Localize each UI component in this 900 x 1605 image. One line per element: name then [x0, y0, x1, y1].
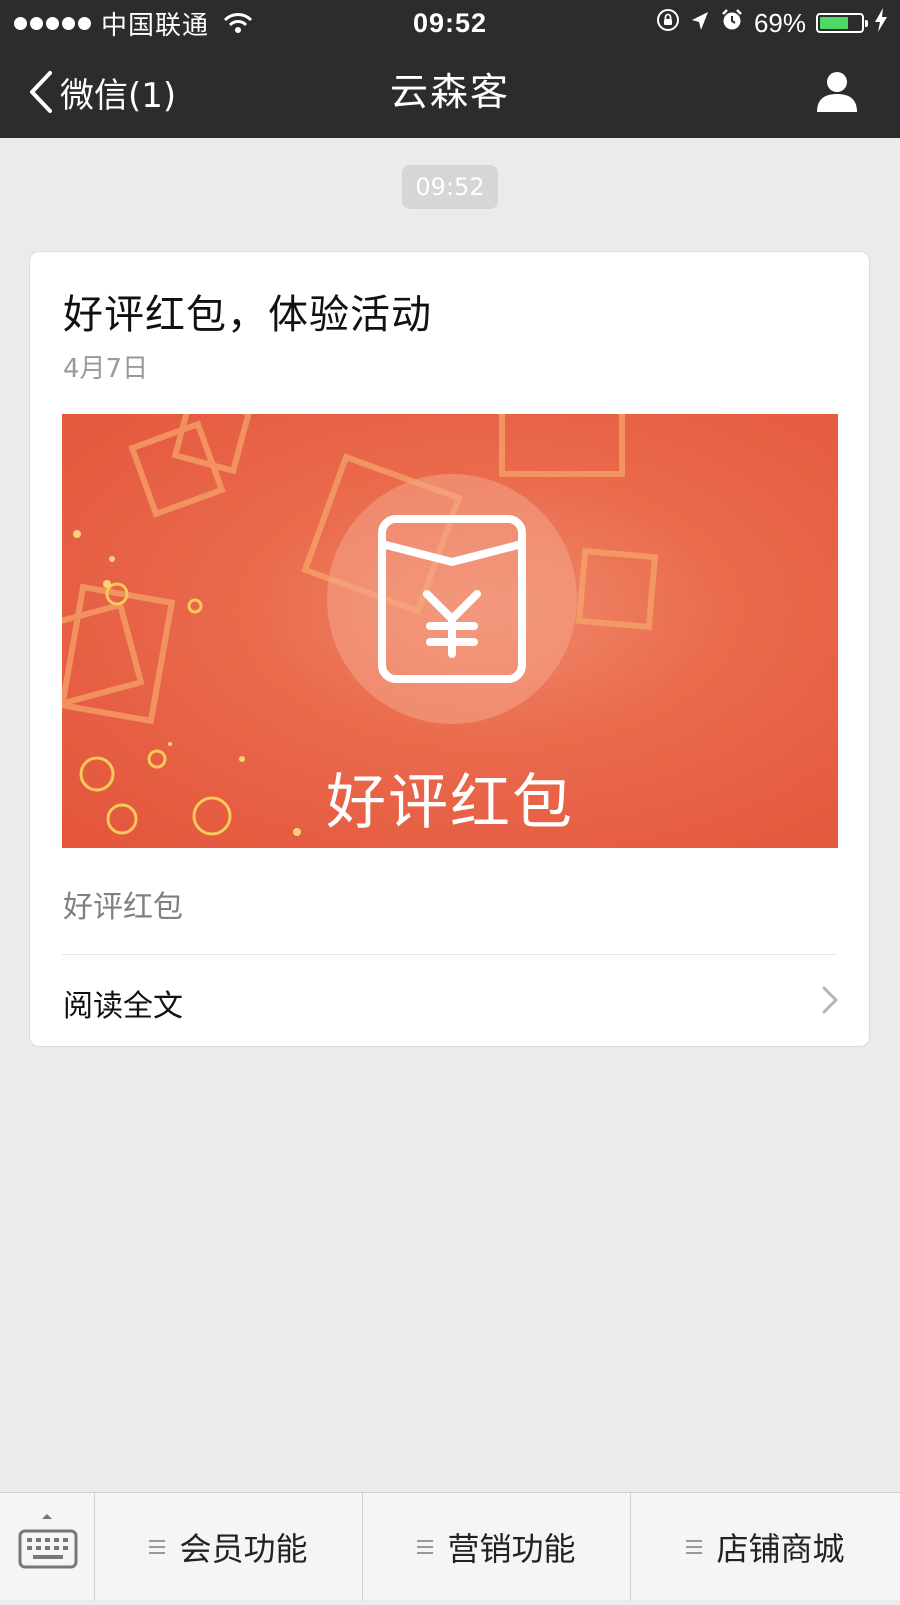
- menu-item-label: 店铺商城: [716, 1530, 845, 1568]
- battery-percent: 69%: [753, 7, 806, 38]
- article-cover-image[interactable]: 好评红包: [62, 414, 838, 848]
- location-arrow-icon: [690, 8, 710, 39]
- menu-item-store[interactable]: 店铺商城: [631, 1493, 900, 1601]
- article-title: 好评红包，体验活动: [63, 292, 432, 338]
- keyboard-toggle-button[interactable]: [0, 1493, 95, 1601]
- keyboard-icon: [18, 1514, 78, 1569]
- chat-title: 云森客: [389, 70, 510, 114]
- menu-item-member[interactable]: 会员功能: [95, 1493, 363, 1601]
- message-timestamp: 09:52: [402, 165, 498, 209]
- article-date: 4月7日: [63, 354, 149, 384]
- battery-fill: [820, 17, 848, 29]
- orientation-lock-icon: [656, 8, 680, 39]
- article-card[interactable]: 好评红包，体验活动 4月7日 好评红包 好评红包 阅读全文: [29, 251, 870, 1047]
- status-bar: 中国联通 09:52 69%: [0, 0, 900, 46]
- article-digest: 好评红包: [63, 890, 183, 925]
- menu-item-label: 营销功能: [447, 1530, 576, 1568]
- menu-item-marketing[interactable]: 营销功能: [363, 1493, 631, 1601]
- menu-lines-icon: [149, 1540, 166, 1554]
- profile-icon: [817, 72, 857, 112]
- profile-button[interactable]: [814, 68, 860, 114]
- bottom-menu-bar: 会员功能 营销功能 店铺商城: [0, 1492, 900, 1601]
- status-right: 69%: [656, 7, 888, 39]
- charging-bolt-icon: [874, 7, 888, 39]
- menu-item-label: 会员功能: [179, 1530, 308, 1568]
- battery-icon: [816, 13, 868, 33]
- alarm-icon: [720, 8, 744, 39]
- menu-lines-icon: [417, 1540, 434, 1554]
- menu-lines-icon: [686, 1540, 703, 1554]
- read-more-link[interactable]: 阅读全文: [30, 955, 869, 1047]
- nav-bar: 微信(1) 云森客: [0, 46, 900, 138]
- chevron-right-icon: [822, 986, 838, 1014]
- read-more-label: 阅读全文: [63, 989, 183, 1024]
- cover-caption: 好评红包: [326, 768, 574, 838]
